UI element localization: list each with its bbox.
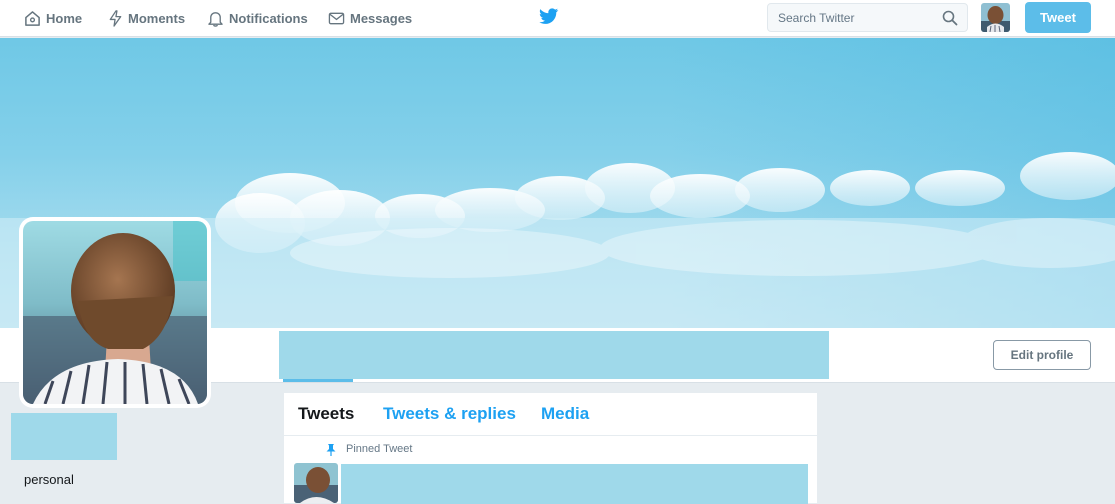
nav-home[interactable]: Home	[24, 0, 82, 36]
home-icon	[25, 10, 40, 26]
profile-avatar[interactable]	[19, 217, 211, 408]
edit-profile-button[interactable]: Edit profile	[993, 340, 1091, 370]
tab-tweets-and-replies[interactable]: Tweets & replies	[383, 393, 516, 435]
nav-messages-label: Messages	[350, 10, 413, 26]
timeline-panel: Tweets Tweets & replies Media Pinned Twe…	[284, 393, 817, 504]
redacted-profile-name	[11, 413, 117, 460]
nav-moments-label: Moments	[128, 10, 186, 26]
nav-notifications[interactable]: Notifications	[207, 0, 308, 36]
account-avatar[interactable]	[981, 3, 1010, 32]
profile-avatar-image	[23, 221, 207, 404]
search-icon[interactable]	[942, 10, 958, 26]
top-navigation-bar: Home Moments Notifications Messages Sear…	[0, 0, 1115, 37]
pin-icon	[326, 444, 336, 456]
twitter-bird-icon[interactable]	[539, 8, 559, 25]
nav-messages[interactable]: Messages	[328, 0, 412, 36]
timeline-tabs: Tweets Tweets & replies Media	[284, 393, 817, 436]
tweet-author-avatar[interactable]	[294, 463, 338, 503]
nav-moments[interactable]: Moments	[108, 0, 185, 36]
lightning-icon	[109, 9, 122, 27]
nav-notifications-label: Notifications	[229, 10, 308, 26]
profile-bio: personal	[24, 472, 74, 487]
tab-tweets[interactable]: Tweets	[298, 393, 354, 435]
redacted-profile-stats	[279, 331, 829, 379]
search-input[interactable]	[768, 4, 948, 31]
search-box[interactable]	[767, 3, 968, 32]
redacted-tweet-content	[341, 464, 808, 504]
bell-icon	[208, 11, 223, 27]
tweet-author-avatar-image	[294, 463, 338, 503]
active-stat-underline	[283, 379, 353, 382]
envelope-icon	[328, 12, 345, 24]
nav-home-label: Home	[46, 10, 83, 26]
account-avatar-image	[981, 3, 1010, 32]
tab-media[interactable]: Media	[541, 393, 589, 435]
pinned-tweet-label: Pinned Tweet	[346, 443, 413, 455]
tweet-button[interactable]: Tweet	[1025, 2, 1091, 33]
